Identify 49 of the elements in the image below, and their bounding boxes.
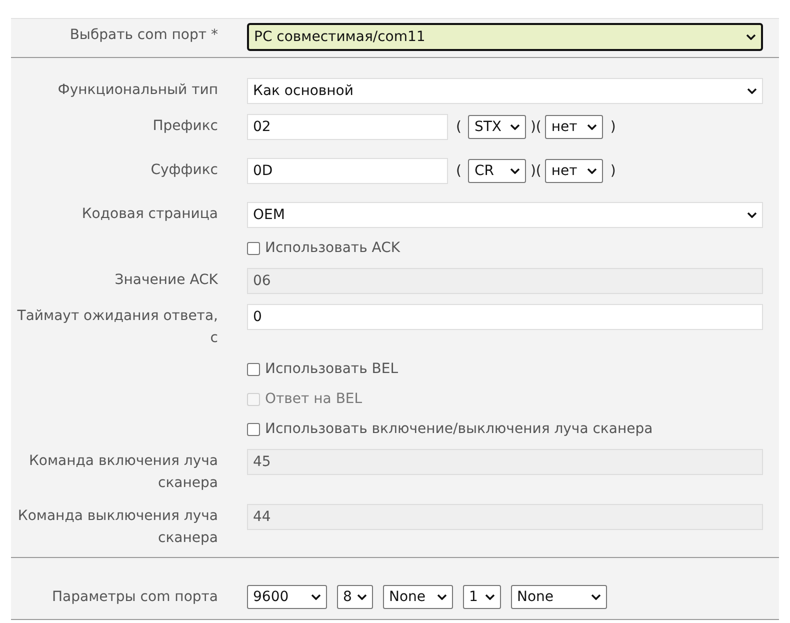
bracket: ): [610, 118, 616, 136]
input-field: 44: [247, 504, 763, 530]
checkbox[interactable]: Использовать ACK: [247, 238, 400, 258]
input-field: 06: [247, 268, 763, 294]
dropdown[interactable]: CR: [468, 159, 526, 183]
field-label: Команда включения луча сканера: [28, 452, 219, 493]
dropdown[interactable]: PC совместимая/com11: [247, 23, 763, 51]
chevron-down-icon: [357, 594, 367, 600]
bracket: (: [456, 162, 462, 180]
input-field[interactable]: 02: [247, 114, 448, 140]
dropdown[interactable]: OEM: [247, 202, 763, 228]
field-label: Параметры com порта: [51, 588, 219, 607]
field-label: Префикс: [152, 117, 219, 136]
dropdown[interactable]: нет: [545, 159, 604, 183]
input-field[interactable]: 0: [247, 304, 763, 330]
bracket: (: [456, 118, 462, 136]
dropdown[interactable]: Как основной: [247, 78, 763, 104]
chevron-down-icon: [747, 88, 757, 94]
checkbox[interactable]: Использовать BEL: [247, 359, 398, 379]
dropdown[interactable]: 1: [463, 585, 501, 609]
chevron-down-icon: [746, 34, 756, 40]
bracket: ): [610, 162, 616, 180]
chevron-down-icon: [311, 594, 321, 600]
chevron-down-icon: [510, 124, 520, 130]
dropdown[interactable]: 9600: [247, 585, 327, 609]
field-label: Значение ACK: [114, 271, 219, 290]
field-label: Суффикс: [150, 161, 219, 180]
input-field: 45: [247, 449, 763, 475]
chevron-down-icon: [591, 594, 601, 600]
checkbox[interactable]: Использовать включение/выключения луча сканера: [247, 419, 653, 439]
chevron-down-icon: [510, 168, 520, 174]
chevron-down-icon: [437, 594, 447, 600]
dropdown[interactable]: None: [383, 585, 453, 609]
field-label: Команда выключения луча сканера: [16, 507, 219, 548]
input-field[interactable]: 0D: [247, 158, 448, 184]
dropdown[interactable]: STX: [468, 115, 526, 139]
chevron-down-icon: [747, 212, 757, 218]
bracket: )(: [530, 118, 542, 136]
field-label: Таймаут ожидания ответа, с: [16, 307, 219, 348]
dropdown[interactable]: None: [511, 585, 607, 609]
field-label: Выбрать com порт *: [68, 26, 219, 45]
dropdown[interactable]: нет: [545, 115, 604, 139]
chevron-down-icon: [485, 594, 495, 600]
bracket: )(: [530, 162, 542, 180]
chevron-down-icon: [587, 124, 598, 130]
field-label: Функциональный тип: [56, 81, 219, 100]
field-label: Кодовая страница: [80, 205, 219, 224]
chevron-down-icon: [587, 168, 598, 174]
dropdown[interactable]: 8: [337, 585, 373, 609]
